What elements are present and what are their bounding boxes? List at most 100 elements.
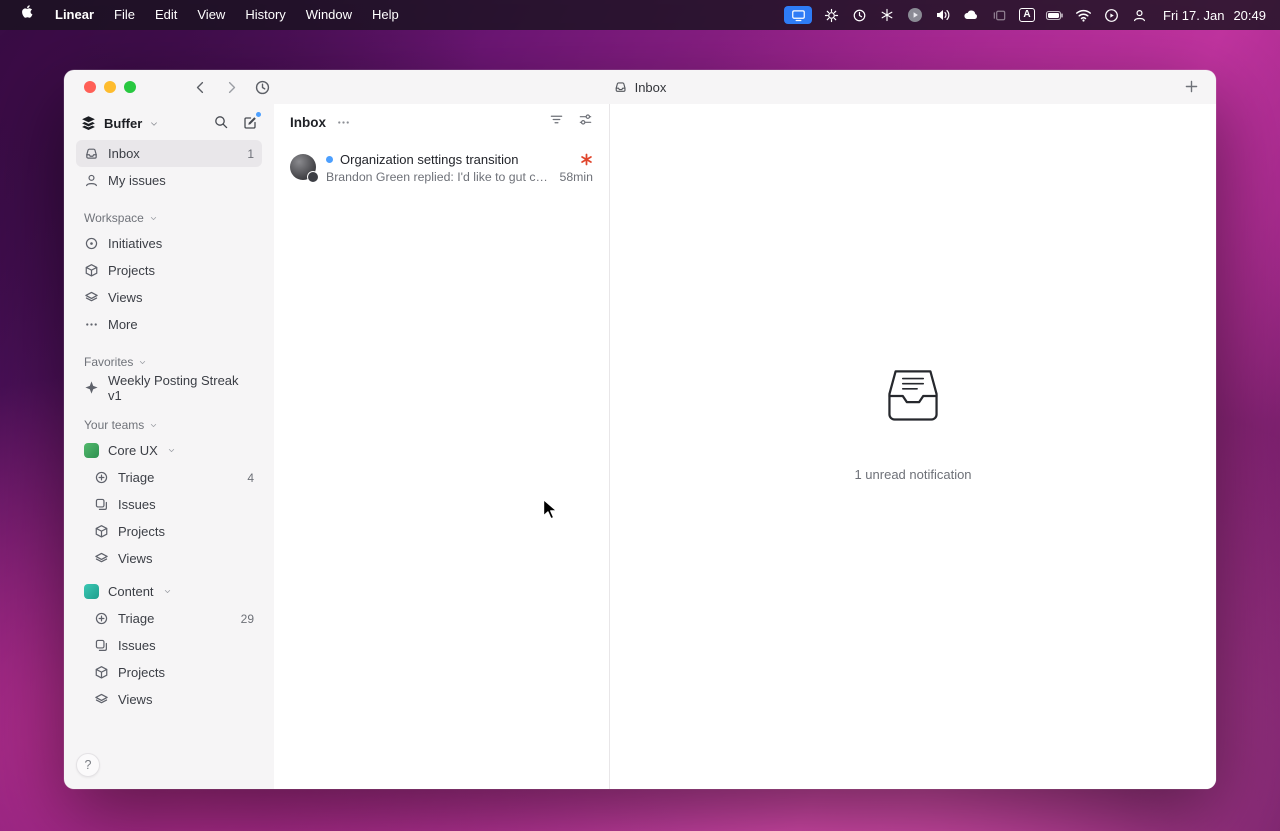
sidebar-item-label: Triage <box>118 470 155 485</box>
menubar-app-name[interactable]: Linear <box>45 0 104 30</box>
section-favorites[interactable]: Favorites <box>76 355 262 369</box>
triage-icon <box>95 612 108 625</box>
workspace-switcher[interactable]: Buffer <box>76 106 262 140</box>
snowflake-icon <box>881 8 893 22</box>
apple-menu[interactable] <box>10 0 45 30</box>
battery-menu[interactable] <box>1043 0 1067 30</box>
clock-menu[interactable] <box>847 0 871 30</box>
team-core-ux[interactable]: Core UX <box>76 437 262 464</box>
sidebar-item-label: Weekly Posting Streak v1 <box>108 372 239 403</box>
sidebar-item-label: Issues <box>118 497 156 512</box>
help-label: ? <box>84 758 92 772</box>
section-your-teams[interactable]: Your teams <box>76 418 262 432</box>
sidebar-item-initiatives[interactable]: Initiatives <box>76 230 262 257</box>
volume-menu[interactable] <box>931 0 955 30</box>
ellipsis-icon <box>338 120 349 124</box>
play-circle-filled-icon <box>908 8 923 22</box>
views-icon <box>85 291 98 302</box>
input-source-icon: A <box>1019 8 1035 22</box>
sidebar-item-label: My issues <box>108 173 166 188</box>
sidebar: Buffer Inbox 1 My issues Workspace Initi… <box>64 104 274 789</box>
menu-window[interactable]: Window <box>296 0 362 30</box>
team-content[interactable]: Content <box>76 578 262 605</box>
team-name: Content <box>108 584 154 599</box>
back-button[interactable] <box>192 79 209 96</box>
menubar-clock[interactable]: Fri 17. Jan 20:49 <box>1163 8 1266 23</box>
section-workspace[interactable]: Workspace <box>76 211 262 225</box>
now-playing-menu[interactable] <box>1099 0 1123 30</box>
clock-icon <box>853 9 865 21</box>
snowflake-menu[interactable] <box>875 0 899 30</box>
new-tab-button[interactable] <box>1183 78 1200 100</box>
views-icon <box>95 552 108 563</box>
team-core-ux-triage[interactable]: Triage 4 <box>86 464 262 491</box>
team-core-ux-issues[interactable]: Issues <box>86 491 262 518</box>
team-content-issues[interactable]: Issues <box>86 632 262 659</box>
screen-mirroring-indicator[interactable] <box>784 6 813 24</box>
filter-button[interactable] <box>549 112 564 132</box>
issues-icon <box>95 498 107 510</box>
section-label-text: Workspace <box>84 211 144 225</box>
battery-icon <box>1045 10 1063 20</box>
media-play-menu[interactable] <box>903 0 927 30</box>
reply-badge-icon <box>307 171 319 183</box>
sidebar-item-views[interactable]: Views <box>76 284 262 311</box>
menu-edit[interactable]: Edit <box>145 0 187 30</box>
triage-count-badge: 29 <box>240 611 254 626</box>
cloud-menu[interactable] <box>959 0 983 30</box>
settings-gear-menu[interactable] <box>819 0 843 30</box>
team-content-views[interactable]: Views <box>86 686 262 713</box>
notification-item[interactable]: Organization settings transition Brandon… <box>282 144 601 192</box>
favorite-view-icon <box>85 381 98 394</box>
initiatives-icon <box>85 237 98 250</box>
inbox-count-badge: 1 <box>247 146 254 161</box>
sliders-icon <box>579 114 592 125</box>
notification-dot <box>255 111 262 118</box>
sidebar-item-favorite-view[interactable]: Weekly Posting Streak v1 <box>76 372 262 403</box>
triage-icon <box>95 471 108 484</box>
user-icon <box>1133 9 1145 21</box>
new-issue-button[interactable] <box>242 111 262 131</box>
zoom-window-button[interactable] <box>124 81 136 93</box>
linear-window: Inbox Buffer Inbox 1 My issues Workspace… <box>64 70 1216 789</box>
team-core-ux-views[interactable]: Views <box>86 545 262 572</box>
sidebar-item-my-issues[interactable]: My issues <box>76 167 262 194</box>
sidebar-item-projects[interactable]: Projects <box>76 257 262 284</box>
sidebar-item-more[interactable]: More <box>76 311 262 338</box>
wifi-menu[interactable] <box>1071 0 1095 30</box>
minimize-window-button[interactable] <box>104 81 116 93</box>
sidebar-item-inbox[interactable]: Inbox 1 <box>76 140 262 167</box>
display-options-button[interactable] <box>578 112 593 132</box>
team-core-ux-projects[interactable]: Projects <box>86 518 262 545</box>
projects-icon <box>85 264 98 277</box>
chevron-down-icon <box>151 423 157 427</box>
inbox-more-button[interactable] <box>336 115 351 130</box>
sidebar-item-label: Views <box>118 551 153 566</box>
person-icon <box>86 174 97 187</box>
menu-file[interactable]: File <box>104 0 145 30</box>
menu-help[interactable]: Help <box>362 0 409 30</box>
notification-time: 58min <box>559 170 594 184</box>
forward-button[interactable] <box>223 79 240 96</box>
apple-logo-icon <box>22 5 33 18</box>
user-switch-menu[interactable] <box>1127 0 1151 30</box>
input-source-menu[interactable]: A <box>1015 0 1039 30</box>
speaker-icon <box>937 10 950 20</box>
window-title-text: Inbox <box>634 79 667 95</box>
team-content-triage[interactable]: Triage 29 <box>86 605 262 632</box>
team-content-projects[interactable]: Projects <box>86 659 262 686</box>
close-window-button[interactable] <box>84 81 96 93</box>
section-label-text: Favorites <box>84 355 134 369</box>
team-content-icon <box>84 584 99 599</box>
menu-view[interactable]: View <box>187 0 235 30</box>
menu-history[interactable]: History <box>235 0 295 30</box>
recent-issues-button[interactable] <box>254 79 271 96</box>
help-button[interactable]: ? <box>76 753 100 777</box>
notification-title: Organization settings transition <box>340 152 519 167</box>
flower-reaction-icon <box>580 153 593 166</box>
arrow-left-icon <box>196 81 204 93</box>
inbox-icon <box>86 148 97 159</box>
main-content: Inbox Organization settings transition B… <box>274 104 1216 789</box>
stage-manager-menu[interactable] <box>987 0 1011 30</box>
search-button[interactable] <box>213 114 229 133</box>
